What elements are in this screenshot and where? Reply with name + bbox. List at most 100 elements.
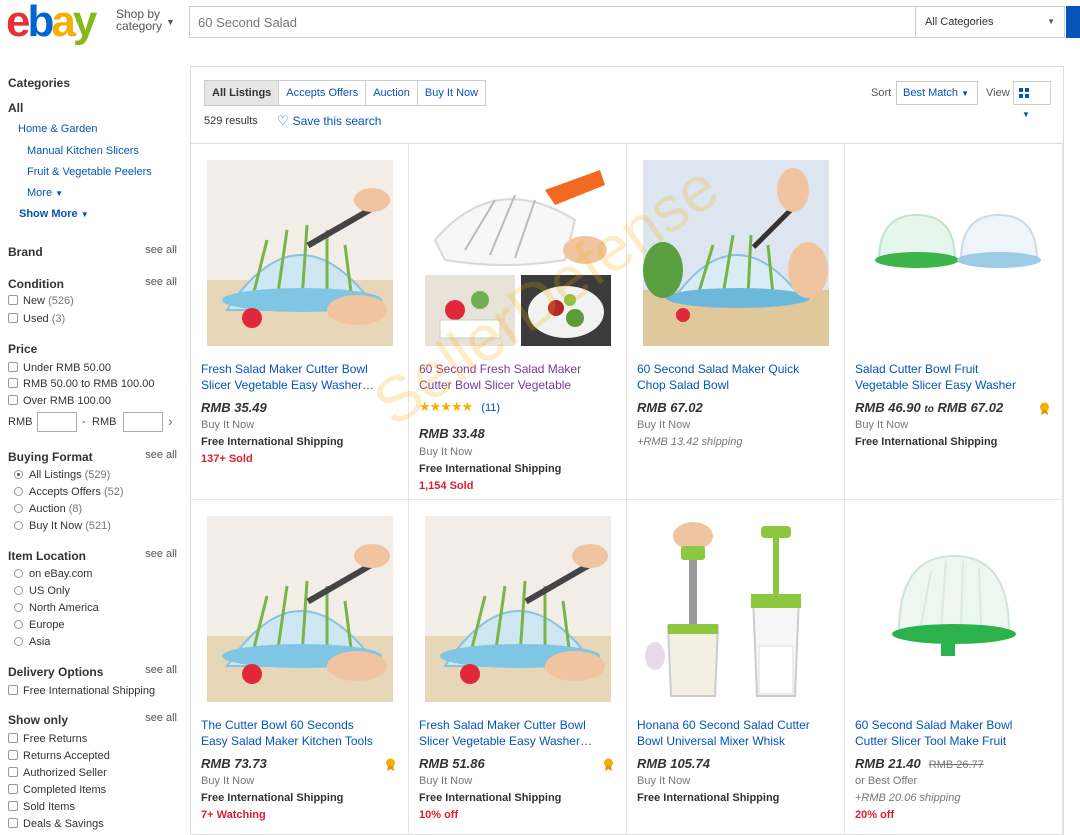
show-only-free-returns[interactable]: Free Returns — [8, 733, 87, 745]
checkbox[interactable] — [8, 685, 18, 695]
category-more-link[interactable]: More ▼ — [27, 187, 63, 199]
tab-accepts-offers[interactable]: Accepts Offers — [279, 81, 367, 105]
checkbox[interactable] — [8, 295, 18, 305]
radio[interactable] — [14, 620, 23, 629]
checkbox[interactable] — [8, 378, 18, 388]
price-50-100[interactable]: RMB 50.00 to RMB 100.00 — [8, 378, 154, 390]
ebay-logo[interactable]: ebay — [6, 0, 97, 44]
listing-watching-count: 7+ Watching — [201, 809, 266, 821]
price-max-input[interactable] — [123, 412, 163, 432]
listing-title[interactable]: Salad Cutter Bowl Fruit Vegetable Slicer… — [855, 361, 1035, 393]
listing-card[interactable]: Salad Cutter Bowl Fruit Vegetable Slicer… — [845, 144, 1063, 500]
radio[interactable] — [14, 586, 23, 595]
radio[interactable] — [14, 569, 23, 578]
listing-card[interactable]: The Cutter Bowl 60 Seconds Easy Salad Ma… — [191, 500, 409, 835]
sort-dropdown[interactable]: Best Match ▼ — [896, 81, 978, 105]
category-manual-kitchen-slicers[interactable]: Manual Kitchen Slicers — [27, 145, 139, 157]
listing-price-range: RMB 46.90 to RMB 67.02 — [855, 400, 1004, 415]
caret-down-icon: ▼ — [55, 189, 64, 198]
tab-all-listings[interactable]: All Listings — [205, 81, 280, 105]
radio[interactable] — [14, 504, 23, 513]
tab-auction[interactable]: Auction — [366, 81, 418, 105]
listing-title[interactable]: Fresh Salad Maker Cutter Bowl Slicer Veg… — [419, 717, 599, 749]
search-button[interactable] — [1066, 6, 1080, 38]
radio-selected[interactable] — [14, 470, 23, 479]
price-min-input[interactable] — [37, 412, 77, 432]
price-go-arrow-icon[interactable]: › — [168, 413, 173, 429]
top-rated-badge-icon — [386, 758, 395, 771]
checkbox[interactable] — [8, 313, 18, 323]
listing-title[interactable]: Fresh Salad Maker Cutter Bowl Slicer Veg… — [201, 361, 381, 393]
shop-by-category-button[interactable]: Shop by category ▼ — [116, 8, 175, 32]
product-image[interactable] — [643, 516, 829, 702]
checkbox[interactable] — [8, 733, 18, 743]
checkbox[interactable] — [8, 784, 18, 794]
checkbox[interactable] — [8, 750, 18, 760]
listing-card[interactable]: 60 Second Fresh Salad Maker Cutter Bowl … — [409, 144, 627, 500]
listing-card[interactable]: Fresh Salad Maker Cutter Bowl Slicer Veg… — [191, 144, 409, 500]
view-dropdown[interactable]: ▼ — [1013, 81, 1051, 119]
condition-new[interactable]: New (526) — [8, 295, 74, 307]
checkbox[interactable] — [8, 362, 18, 372]
product-image[interactable] — [425, 516, 611, 702]
product-image[interactable] — [643, 160, 829, 346]
checkbox[interactable] — [8, 395, 18, 405]
search-input[interactable]: 60 Second Salad — [189, 6, 916, 38]
listing-title[interactable]: The Cutter Bowl 60 Seconds Easy Salad Ma… — [201, 717, 381, 749]
buying-format-see-all[interactable]: see all — [145, 449, 177, 461]
star-rating[interactable]: ★★★★★ (11) — [419, 399, 500, 415]
listing-title[interactable]: Honana 60 Second Salad Cutter Bowl Unive… — [637, 717, 817, 749]
price-under-50[interactable]: Under RMB 50.00 — [8, 362, 111, 374]
save-search-link[interactable]: ♡ Save this search — [277, 113, 381, 129]
show-only-completed-items[interactable]: Completed Items — [8, 784, 106, 796]
buying-all-listings[interactable]: All Listings (529) — [14, 469, 110, 481]
condition-see-all[interactable]: see all — [145, 276, 177, 288]
checkbox[interactable] — [8, 818, 18, 828]
price-over-100[interactable]: Over RMB 100.00 — [8, 395, 111, 407]
category-fruit-vegetable-peelers[interactable]: Fruit & Vegetable Peelers — [27, 166, 152, 178]
delivery-free-intl[interactable]: Free International Shipping — [8, 685, 155, 697]
product-image[interactable] — [861, 160, 1047, 346]
radio[interactable] — [14, 637, 23, 646]
location-us-only[interactable]: US Only — [14, 585, 70, 597]
checkbox[interactable] — [8, 801, 18, 811]
tab-buy-it-now[interactable]: Buy It Now — [417, 81, 486, 105]
category-home-garden[interactable]: Home & Garden — [18, 123, 97, 135]
location-europe[interactable]: Europe — [14, 619, 64, 631]
location-north-america[interactable]: North America — [14, 602, 99, 614]
star-icon: ★★★★★ — [419, 399, 473, 414]
product-image[interactable] — [861, 516, 1047, 702]
location-ebay-com[interactable]: on eBay.com — [14, 568, 92, 580]
condition-used[interactable]: Used (3) — [8, 313, 65, 325]
item-location-see-all[interactable]: see all — [145, 548, 177, 560]
radio[interactable] — [14, 603, 23, 612]
location-asia[interactable]: Asia — [14, 636, 50, 648]
product-image[interactable] — [207, 160, 393, 346]
show-only-sold-items[interactable]: Sold Items — [8, 801, 75, 813]
show-only-see-all[interactable]: see all — [145, 712, 177, 724]
listing-title[interactable]: 60 Second Fresh Salad Maker Cutter Bowl … — [419, 361, 599, 393]
listing-title[interactable]: 60 Second Salad Maker Quick Chop Salad B… — [637, 361, 817, 393]
show-only-deals-savings[interactable]: Deals & Savings — [8, 818, 104, 830]
show-only-authorized-seller[interactable]: Authorized Seller — [8, 767, 107, 779]
category-select[interactable]: All Categories ▼ — [915, 6, 1065, 38]
show-more-link[interactable]: Show More ▼ — [19, 208, 89, 220]
radio[interactable] — [14, 487, 23, 496]
checkbox[interactable] — [8, 767, 18, 777]
listing-card[interactable]: 60 Second Salad Maker Bowl Cutter Slicer… — [845, 500, 1063, 835]
listing-card[interactable]: 60 Second Salad Maker Quick Chop Salad B… — [627, 144, 845, 500]
radio[interactable] — [14, 521, 23, 530]
delivery-see-all[interactable]: see all — [145, 664, 177, 676]
listing-card[interactable]: Honana 60 Second Salad Cutter Bowl Unive… — [627, 500, 845, 835]
buying-buy-it-now[interactable]: Buy It Now (521) — [14, 520, 111, 532]
brand-heading: Brand — [8, 245, 43, 259]
brand-see-all[interactable]: see all — [145, 244, 177, 256]
product-image[interactable] — [425, 160, 611, 346]
listing-title[interactable]: 60 Second Salad Maker Bowl Cutter Slicer… — [855, 717, 1035, 749]
listing-card[interactable]: Fresh Salad Maker Cutter Bowl Slicer Veg… — [409, 500, 627, 835]
buying-auction[interactable]: Auction (8) — [14, 503, 82, 515]
buying-accepts-offers[interactable]: Accepts Offers (52) — [14, 486, 124, 498]
listing-price: RMB 35.49 — [201, 400, 267, 415]
product-image[interactable] — [207, 516, 393, 702]
show-only-returns-accepted[interactable]: Returns Accepted — [8, 750, 110, 762]
